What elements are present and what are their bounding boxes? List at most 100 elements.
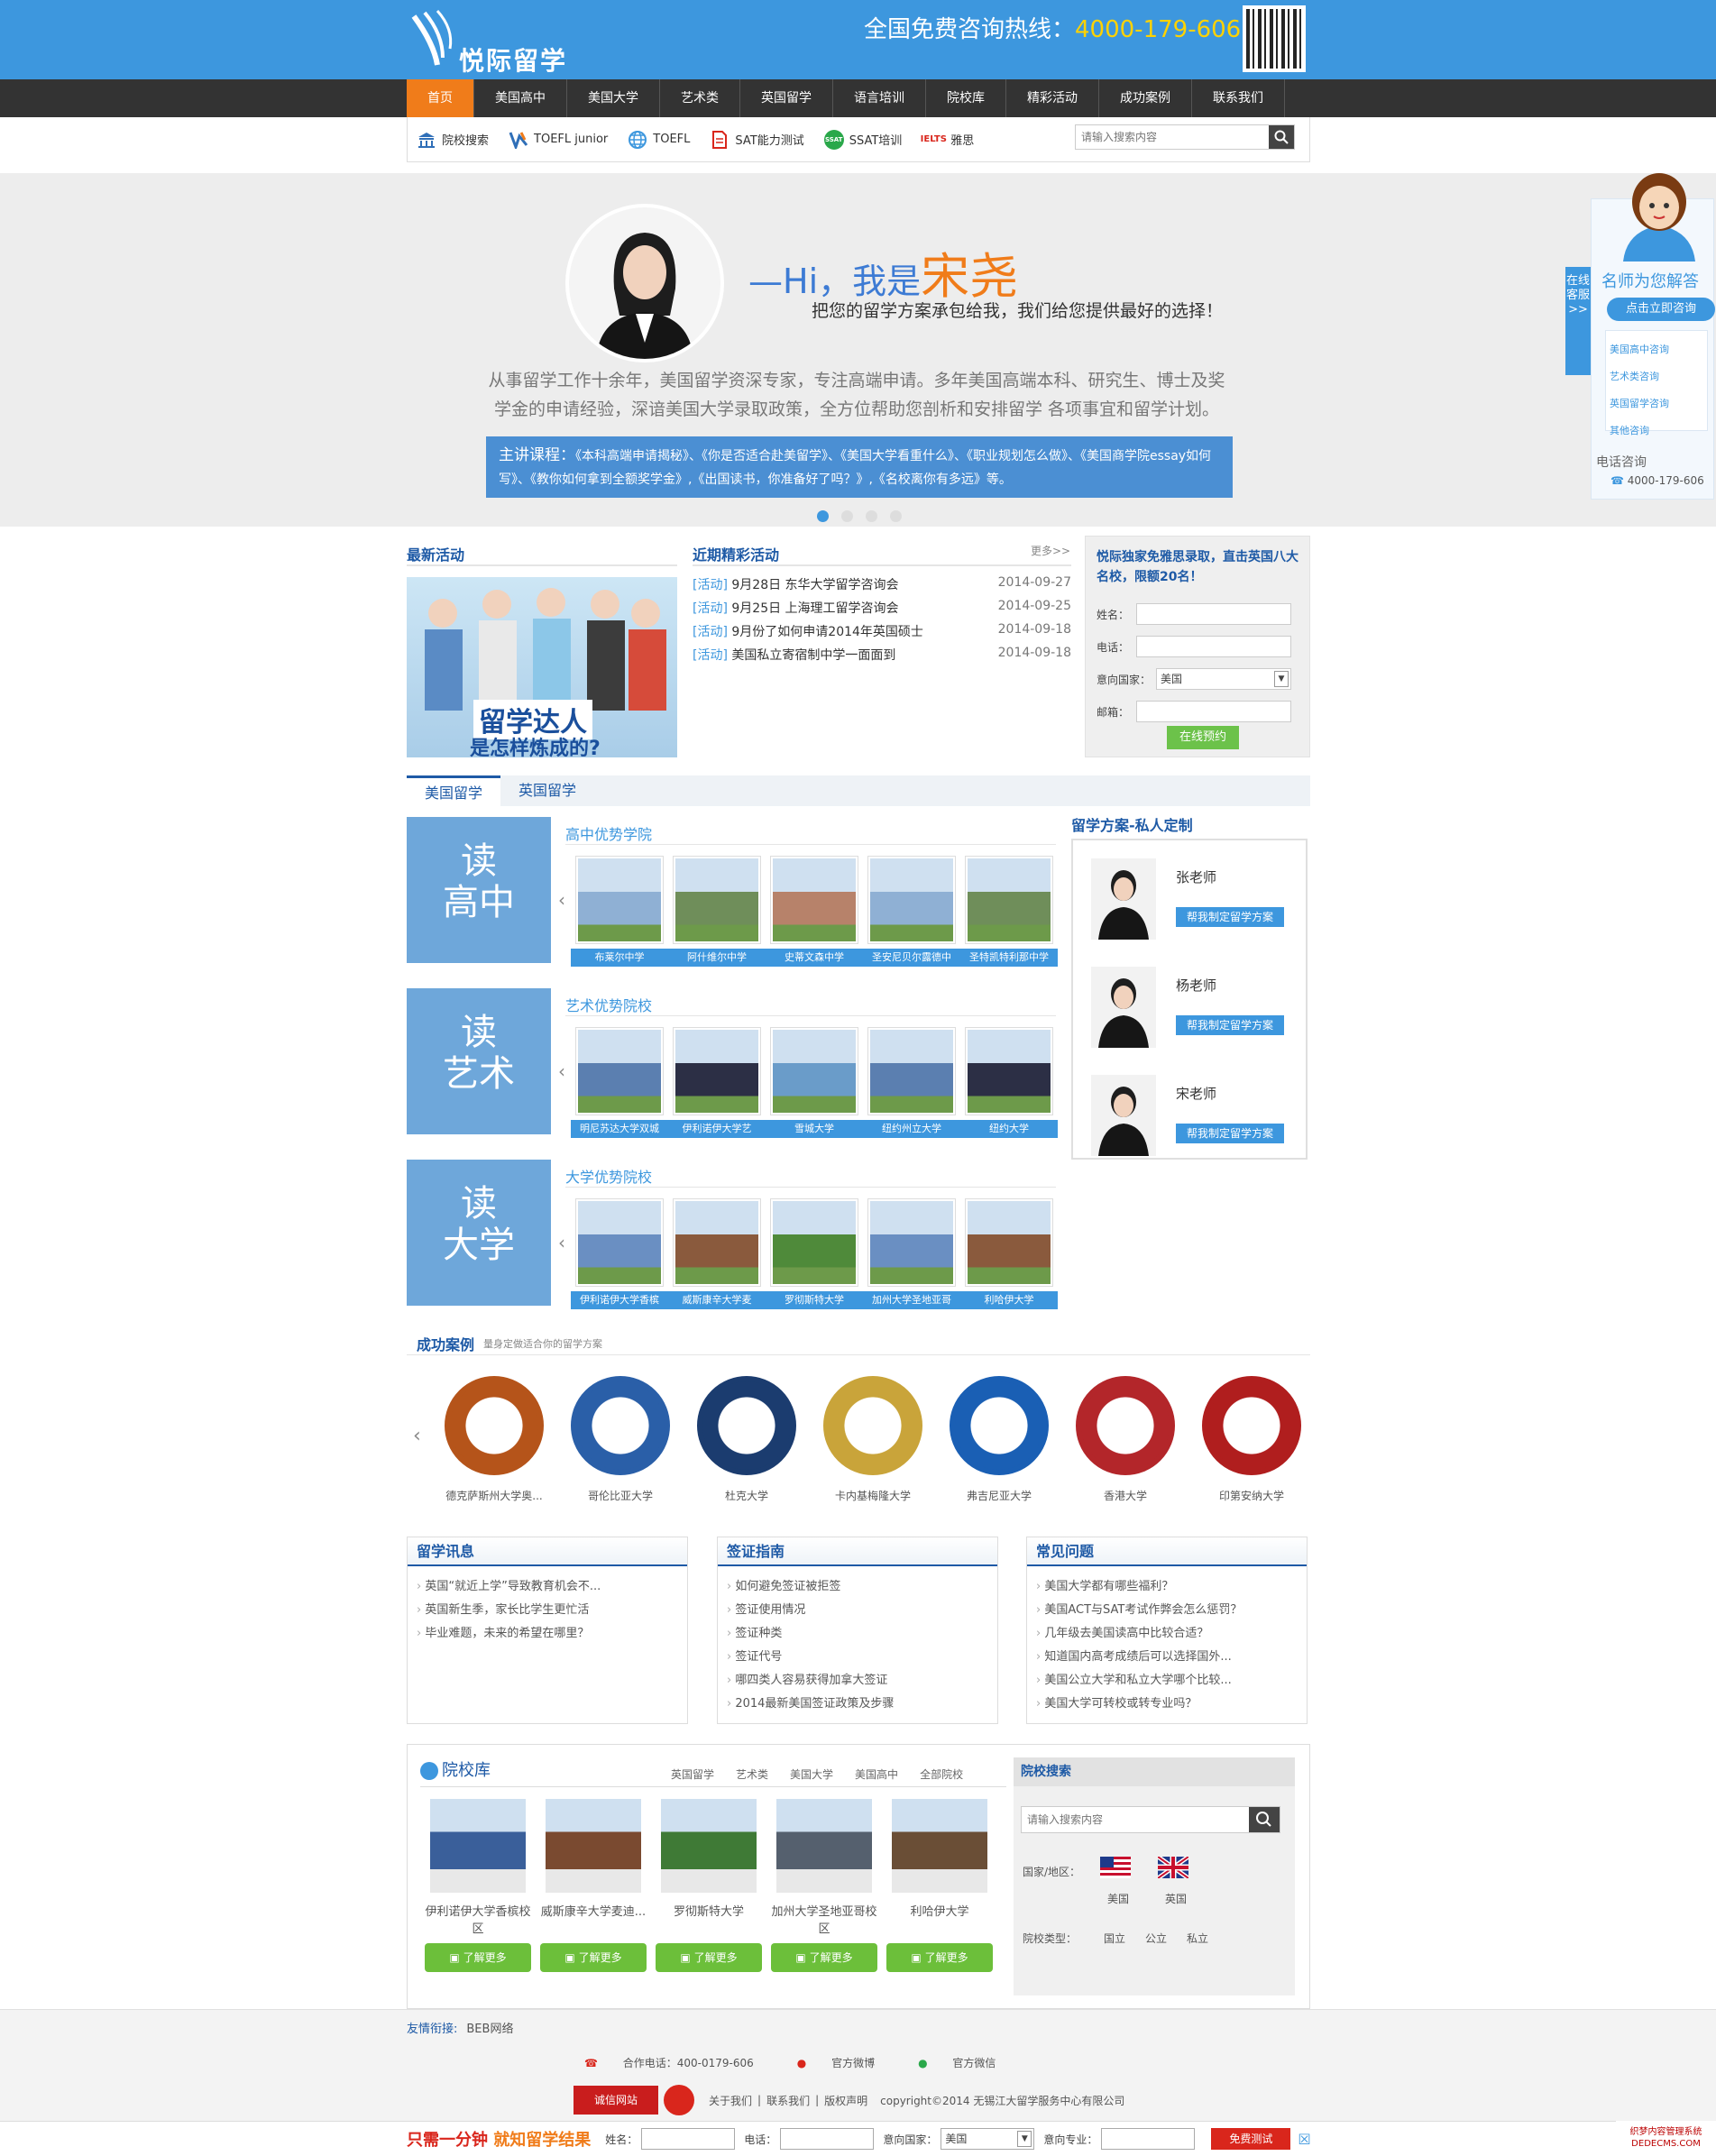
university-logo[interactable]: 哥伦比亚大学 [557, 1376, 684, 1503]
nav-item[interactable]: 美国大学 [567, 79, 660, 117]
school-card[interactable]: 阿什维尔中学 [668, 857, 766, 967]
uk-flag-icon[interactable] [1156, 1854, 1190, 1881]
quick-link-toefl-junior[interactable]: TOEFL junior [509, 130, 608, 150]
learn-more-button[interactable]: ▣ 了解更多 [771, 1943, 877, 1972]
events-more-link[interactable]: 更多>> [1031, 543, 1070, 558]
school-card[interactable]: 纽约州立大学 [863, 1028, 960, 1138]
consult-now-button[interactable]: 点击立即咨询 [1607, 298, 1715, 321]
info-link[interactable]: 毕业难题，未来的希望在哪里？ [417, 1622, 678, 1646]
slider-dot[interactable] [841, 510, 853, 522]
row-category-block[interactable]: 读大学 [407, 1160, 551, 1306]
library-tab[interactable]: 美国大学 [790, 1766, 833, 1782]
school-card[interactable]: 罗彻斯特大学 [766, 1199, 863, 1309]
library-search-input[interactable] [1022, 1807, 1249, 1832]
quick-link-sat[interactable]: SAT能力测试 [710, 130, 804, 150]
free-test-button[interactable]: 免费测试 [1211, 2128, 1291, 2150]
row-category-block[interactable]: 读高中 [407, 817, 551, 963]
nav-item[interactable]: 成功案例 [1099, 79, 1192, 117]
info-link[interactable]: 美国公立大学和私立大学哪个比较... [1036, 1669, 1298, 1693]
school-card[interactable]: 史蒂文森中学 [766, 857, 863, 967]
event-item[interactable]: [活动] 美国私立寄宿制中学一面面到 2014-09-18 [693, 646, 1071, 669]
school-card[interactable]: 利哈伊大学 [960, 1199, 1058, 1309]
library-photo[interactable] [546, 1799, 641, 1893]
contact-link[interactable]: 联系我们 [766, 2093, 810, 2108]
library-photo[interactable] [430, 1799, 526, 1893]
quick-link-toefl[interactable]: TOEFL [628, 130, 690, 150]
plan-button[interactable]: 帮我制定留学方案 [1176, 1124, 1284, 1143]
quick-link-school-search[interactable]: 院校搜索 [417, 130, 489, 150]
learn-more-button[interactable]: ▣ 了解更多 [886, 1943, 993, 1972]
service-link[interactable]: 美国高中咨询 [1610, 336, 1703, 363]
university-logo[interactable]: 德克萨斯州大学奥... [431, 1376, 557, 1503]
info-link[interactable]: 哪四类人容易获得加拿大签证 [727, 1669, 988, 1693]
nav-item[interactable]: 院校库 [926, 79, 1006, 117]
event-item[interactable]: [活动] 9月25日 上海理工留学咨询会 2014-09-25 [693, 599, 1071, 622]
info-link[interactable]: 几年级去美国读高中比较合适？ [1036, 1622, 1298, 1646]
info-link[interactable]: 知道国内高考成绩后可以选择国外... [1036, 1646, 1298, 1669]
us-flag-icon[interactable] [1100, 1857, 1131, 1878]
nav-item[interactable]: 英国留学 [740, 79, 833, 117]
close-icon[interactable]: ☒ [1298, 2131, 1310, 2148]
library-photo[interactable] [776, 1799, 872, 1893]
friend-link[interactable]: BEB网络 [466, 2023, 513, 2036]
school-card[interactable]: 雪城大学 [766, 1028, 863, 1138]
school-card[interactable]: 圣安尼贝尔露德中 [863, 857, 960, 967]
search-input[interactable] [1076, 125, 1269, 149]
us-label[interactable]: 美国 [1107, 1891, 1129, 1906]
plan-button[interactable]: 帮我制定留学方案 [1176, 907, 1284, 927]
school-card[interactable]: 纽约大学 [960, 1028, 1058, 1138]
library-photo[interactable] [661, 1799, 757, 1893]
library-tab[interactable]: 美国高中 [855, 1766, 898, 1782]
activity-image[interactable]: 留学达人 是怎样炼成的? [407, 577, 677, 757]
school-card[interactable]: 圣特凯特利那中学 [960, 857, 1058, 967]
search-button[interactable] [1269, 125, 1294, 149]
nav-item[interactable]: 美国高中 [474, 79, 567, 117]
school-card[interactable]: 伊利诺伊大学艺 [668, 1028, 766, 1138]
quick-link-ielts[interactable]: IELTS 雅思 [921, 130, 975, 150]
learn-more-button[interactable]: ▣ 了解更多 [656, 1943, 762, 1972]
type-private[interactable]: 私立 [1187, 1931, 1208, 1946]
school-card[interactable]: 布莱尔中学 [571, 857, 668, 967]
info-link[interactable]: 英国新生季，家长比学生更忙活 [417, 1599, 678, 1622]
event-item[interactable]: [活动] 9月28日 东华大学留学咨询会 2014-09-27 [693, 575, 1071, 599]
weibo-link[interactable]: ● 官方微博 [797, 2055, 896, 2070]
slider-dot[interactable] [890, 510, 902, 522]
library-tab[interactable]: 全部院校 [920, 1766, 963, 1782]
event-item[interactable]: [活动] 9月份了如何申请2014年英国硕士 2014-09-18 [693, 622, 1071, 646]
bar-major-field[interactable] [1101, 2128, 1196, 2150]
about-link[interactable]: 关于我们 [709, 2093, 752, 2108]
info-link[interactable]: 美国ACT与SAT考试作弊会怎么惩罚？ [1036, 1599, 1298, 1622]
school-card[interactable]: 伊利诺伊大学香槟 [571, 1199, 668, 1309]
type-national[interactable]: 国立 [1104, 1931, 1125, 1946]
logo[interactable]: 悦际留学 [407, 7, 569, 76]
quick-link-ssat[interactable]: SSAT SSAT培训 [823, 129, 902, 150]
tab-us[interactable]: 美国留学 [407, 775, 501, 806]
library-photo[interactable] [892, 1799, 987, 1893]
university-logo[interactable]: 杜克大学 [684, 1376, 810, 1503]
service-link[interactable]: 其他咨询 [1610, 417, 1703, 445]
country-select[interactable]: 美国 ▼ [1156, 668, 1291, 690]
university-logo[interactable]: 卡内基梅隆大学 [810, 1376, 936, 1503]
info-link[interactable]: 美国大学都有哪些福利？ [1036, 1575, 1298, 1599]
bar-name-field[interactable] [641, 2128, 736, 2150]
service-tab[interactable]: 在线客服>> [1565, 267, 1591, 375]
library-search-button[interactable] [1249, 1807, 1280, 1832]
info-link[interactable]: 如何避免签证被拒签 [727, 1575, 988, 1599]
library-tab[interactable]: 艺术类 [736, 1766, 768, 1782]
plan-button[interactable]: 帮我制定留学方案 [1176, 1015, 1284, 1035]
bar-country-select[interactable]: 美国 ▼ [941, 2128, 1035, 2150]
info-link[interactable]: 签证代号 [727, 1646, 988, 1669]
library-tab[interactable]: 英国留学 [671, 1766, 714, 1782]
nav-item[interactable]: 联系我们 [1192, 79, 1285, 117]
info-link[interactable]: 签证使用情况 [727, 1599, 988, 1622]
chevron-left-icon[interactable]: ‹ [558, 1060, 565, 1082]
info-link[interactable]: 美国大学可转校或转专业吗？ [1036, 1693, 1298, 1716]
nav-item[interactable]: 艺术类 [660, 79, 740, 117]
slider-dot[interactable] [866, 510, 877, 522]
university-logo[interactable]: 印第安纳大学 [1188, 1376, 1315, 1503]
info-link[interactable]: 签证种类 [727, 1622, 988, 1646]
university-logo[interactable]: 弗吉尼亚大学 [936, 1376, 1062, 1503]
nav-item[interactable]: 首页 [407, 79, 474, 117]
nav-item[interactable]: 精彩活动 [1006, 79, 1099, 117]
uk-label[interactable]: 英国 [1165, 1891, 1187, 1906]
